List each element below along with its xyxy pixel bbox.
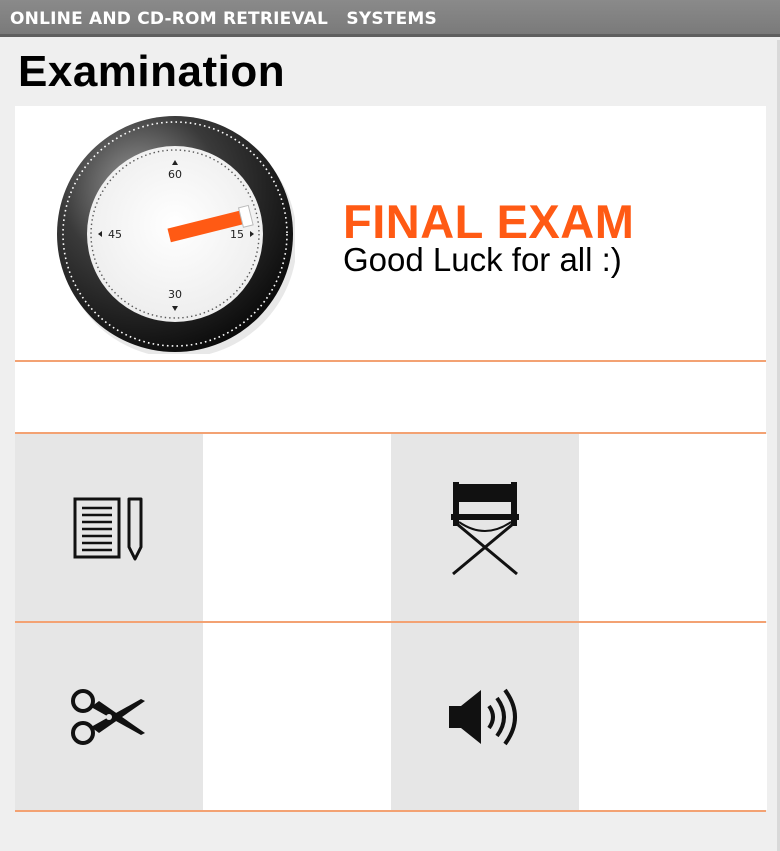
tile-blank — [579, 623, 767, 810]
stopwatch-icon: 60 30 45 15 — [57, 116, 295, 354]
director-chair-icon — [451, 481, 519, 575]
dial-label-right: 15 — [230, 228, 244, 241]
window-title: ONLINE AND CD-ROM RETRIEVAL SYSTEMS — [10, 9, 437, 29]
tile-blank — [579, 434, 767, 621]
director-tile[interactable] — [391, 434, 579, 621]
speaker-icon — [449, 688, 517, 745]
scissors-icon — [71, 688, 145, 745]
notes-pencil-icon — [73, 497, 143, 560]
info-strip — [15, 362, 766, 432]
page-title: Examination — [18, 47, 286, 96]
scissors-tile[interactable] — [15, 623, 203, 810]
notes-tile[interactable] — [15, 434, 203, 621]
speaker-tile[interactable] — [391, 623, 579, 810]
tile-blank — [203, 623, 391, 810]
exam-subtitle: Good Luck for all :) — [343, 241, 622, 278]
exam-panel: 60 30 45 15 FINAL EXAM Good Luck for all… — [15, 106, 766, 360]
dial-label-top: 60 — [168, 168, 182, 181]
divider — [15, 810, 766, 812]
title-bar: ONLINE AND CD-ROM RETRIEVAL SYSTEMS — [0, 0, 780, 37]
tile-blank — [203, 434, 391, 621]
dial-label-left: 45 — [108, 228, 122, 241]
dial-label-bottom: 30 — [168, 288, 182, 301]
